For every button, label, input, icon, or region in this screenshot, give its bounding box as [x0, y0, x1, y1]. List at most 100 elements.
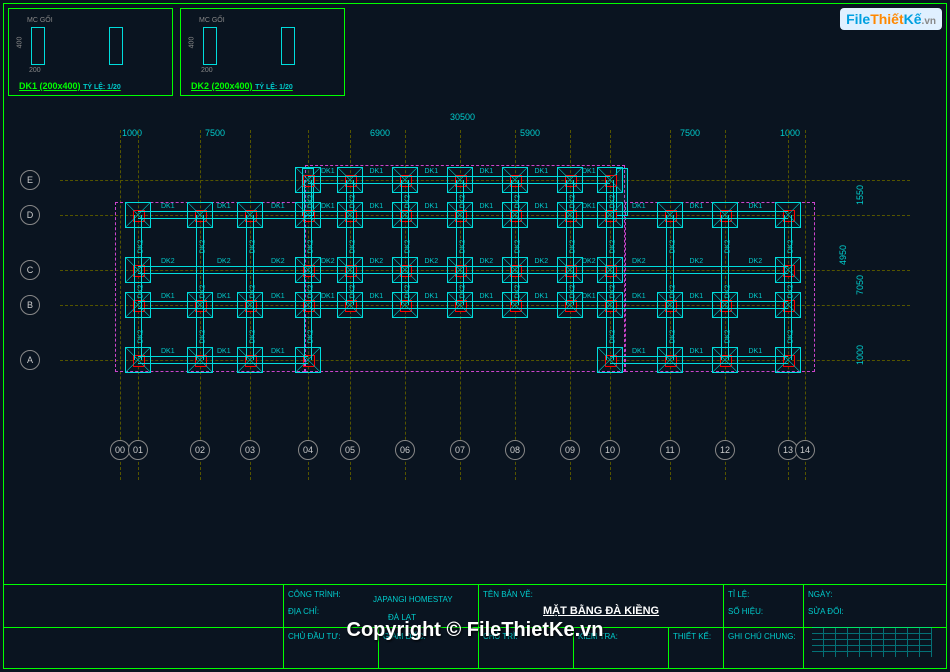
beam-label: DK2 [137, 239, 144, 253]
beam-label: DK2 [307, 329, 314, 343]
tb-divider [668, 627, 669, 669]
dim-span: 1000 [122, 128, 142, 138]
detail-label-dk1: DK1 (200x400) TỶ LỆ: 1/20 [19, 81, 121, 91]
scale-text: TỶ LỆ: 1/20 [255, 84, 293, 91]
beam-label: DK2 [609, 329, 616, 343]
watermark: Copyright © FileThietKe.vn [347, 619, 604, 642]
beam-label: DK1 [425, 168, 439, 175]
beam-horizontal [610, 356, 788, 364]
beam-label: DK2 [307, 284, 314, 298]
beam-label: DK2 [271, 258, 285, 265]
beam-label: DK2 [669, 329, 676, 343]
grid-bubble-col: 14 [795, 440, 815, 460]
beam-label: DK2 [249, 329, 256, 343]
beam-label: DK1 [370, 293, 384, 300]
beam-label: DK2 [425, 258, 439, 265]
beam-label: DK1 [535, 203, 549, 210]
beam-label: DK2 [307, 194, 314, 208]
grid-bubble-col: 10 [600, 440, 620, 460]
beam-label: DK2 [514, 194, 521, 208]
beam-label: DK2 [669, 239, 676, 253]
beam-label: DK2 [632, 258, 646, 265]
beam-label: DK2 [787, 239, 794, 253]
beam-label: DK1 [690, 348, 704, 355]
beam-label: DK2 [349, 239, 356, 253]
tb-tenbanve: TÊN BẢN VẼ: [483, 590, 533, 599]
tb-divider [723, 585, 724, 669]
label-text: DK2 (200x400) [191, 81, 253, 91]
beam-label: DK1 [271, 348, 285, 355]
beam-label: DK1 [535, 168, 549, 175]
beam-label: DK2 [137, 284, 144, 298]
grid-bubble-col: 00 [110, 440, 130, 460]
grid-bubble-col: 07 [450, 440, 470, 460]
beam-label: DK2 [724, 329, 731, 343]
beam-label: DK1 [749, 293, 763, 300]
dim-span: 6900 [370, 128, 390, 138]
beam-label: DK2 [404, 194, 411, 208]
dim-w: 200 [29, 67, 41, 74]
section-shape [109, 27, 123, 65]
beam-label: DK1 [217, 348, 231, 355]
beam-label: DK2 [569, 194, 576, 208]
tb-divider [803, 585, 804, 669]
beam-label: DK2 [217, 258, 231, 265]
section-shape [281, 27, 295, 65]
beam-label: DK2 [609, 194, 616, 208]
beam-label: DK2 [690, 258, 704, 265]
tb-sohieu: SỐ HIỆU: [728, 607, 763, 616]
beam-label: DK1 [582, 293, 596, 300]
tb-chudautu: CHỦ ĐẦU TƯ: [288, 632, 340, 641]
beam-label: DK2 [514, 239, 521, 253]
detail-box-dk2: MC GỐI 200 400 DK2 (200x400) TỶ LỆ: 1/20 [180, 8, 345, 96]
beam-label: DK2 [199, 329, 206, 343]
beam-label: DK1 [161, 348, 175, 355]
beam-label: DK1 [582, 168, 596, 175]
tb-divider [283, 585, 284, 669]
beam-label: DK2 [161, 258, 175, 265]
beam-label: DK1 [535, 293, 549, 300]
grid-bubble-row: E [20, 170, 40, 190]
beam-label: DK2 [370, 258, 384, 265]
plan-area: 30500 1000 7500 6900 5900 7500 1000 1550… [60, 130, 910, 480]
beam-label: DK2 [137, 329, 144, 343]
dim-label: MC GỐI [199, 17, 225, 24]
tb-suadoi: SỬA ĐỔI: [808, 607, 844, 616]
beam-label: DK1 [425, 203, 439, 210]
dim-h: 400 [188, 37, 195, 49]
beam-label: DK1 [425, 293, 439, 300]
beam-label: DK2 [404, 284, 411, 298]
grid-bubble-row: C [20, 260, 40, 280]
beam-label: DK2 [459, 284, 466, 298]
beam-label: DK1 [161, 203, 175, 210]
grid-bubble-row: B [20, 295, 40, 315]
beam-label: DK1 [271, 293, 285, 300]
beam-label: DK1 [749, 348, 763, 355]
dim-total: 30500 [450, 112, 475, 122]
dim-span: 7500 [205, 128, 225, 138]
beam-label: DK2 [724, 284, 731, 298]
beam-label: DK2 [249, 239, 256, 253]
tb-thietke: THIẾT KẾ: [673, 632, 711, 641]
grid-bubble-row: A [20, 350, 40, 370]
scale-text: TỶ LỆ: 1/20 [83, 84, 121, 91]
beam-label: DK2 [349, 284, 356, 298]
tb-ghichu: GHI CHÚ CHUNG: [728, 632, 796, 641]
tb-diachi: ĐỊA CHỈ: [288, 607, 319, 616]
beam-label: DK1 [217, 293, 231, 300]
grid-bubble-col: 11 [660, 440, 680, 460]
detail-box-dk1: MC GỐI 200 400 DK1 (200x400) TỶ LỆ: 1/20 [8, 8, 173, 96]
logo-thiet: Thiết [870, 11, 903, 27]
beam-label: DK2 [609, 284, 616, 298]
beam-label: DK2 [787, 329, 794, 343]
dim-span: 7050 [855, 275, 865, 295]
logo-file: File [846, 11, 870, 27]
section-shape [203, 27, 217, 65]
hatch-block [812, 627, 932, 657]
grid-bubble-col: 09 [560, 440, 580, 460]
beam-label: DK1 [480, 203, 494, 210]
beam-label: DK2 [249, 284, 256, 298]
beam-label: DK2 [669, 284, 676, 298]
beam-label: DK1 [370, 168, 384, 175]
grid-bubble-col: 04 [298, 440, 318, 460]
